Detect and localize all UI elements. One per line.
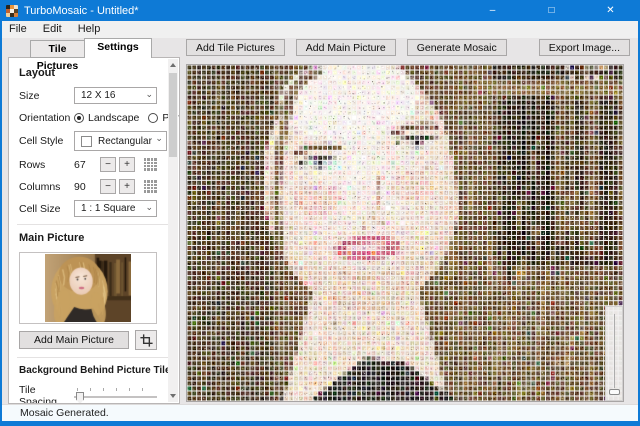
rows-row: Rows 67 − + <box>19 156 157 173</box>
cell-size-value: 1 : 1 Square <box>81 203 136 214</box>
size-label: Size <box>19 89 40 102</box>
columns-grid-icon <box>144 180 157 193</box>
orientation-landscape-radio[interactable]: Landscape <box>74 112 139 124</box>
scroll-up-icon[interactable] <box>170 63 176 67</box>
scroll-down-icon[interactable] <box>170 394 176 398</box>
mosaic-preview-image <box>187 65 623 401</box>
menu-help[interactable]: Help <box>71 21 108 38</box>
mosaic-preview-area <box>186 64 624 402</box>
zoom-slider-thumb[interactable] <box>609 389 620 395</box>
generate-mosaic-button[interactable]: Generate Mosaic <box>406 39 507 56</box>
rectangle-shape-icon <box>81 135 92 147</box>
rows-grid-icon <box>144 158 157 171</box>
window-title: TurboMosaic - Untitled* <box>24 4 139 17</box>
chevron-down-icon: ⌄ <box>145 89 153 99</box>
radio-unselected-icon <box>148 112 159 123</box>
slider-thumb[interactable] <box>76 392 84 403</box>
rows-increment-button[interactable]: + <box>119 157 135 172</box>
main-picture-actions: Add Main Picture <box>19 330 157 350</box>
columns-increment-button[interactable]: + <box>119 179 135 194</box>
size-value: 12 X 16 <box>81 90 116 101</box>
export-image-button[interactable]: Export Image... <box>538 39 630 56</box>
columns-decrement-button[interactable]: − <box>100 179 116 194</box>
size-dropdown[interactable]: 12 X 16 ⌄ <box>74 87 157 104</box>
tile-spacing-slider[interactable] <box>74 388 157 403</box>
status-text: Mosaic Generated. <box>20 407 109 419</box>
menu-file[interactable]: File <box>2 21 34 38</box>
columns-label: Columns <box>19 180 61 193</box>
orientation-label: Orientation <box>19 111 71 124</box>
main-picture-box <box>19 252 157 324</box>
add-main-picture-button[interactable]: Add Main Picture <box>295 39 396 56</box>
main-picture-thumbnail <box>45 254 131 322</box>
landscape-label: Landscape <box>88 111 140 124</box>
turbomosaic-window: TurboMosaic - Untitled* – □ ✕ File Edit … <box>0 0 640 426</box>
maximize-button[interactable]: □ <box>522 0 581 21</box>
add-main-picture-sidebar-button[interactable]: Add Main Picture <box>19 331 129 349</box>
window-controls: – □ ✕ <box>463 0 640 21</box>
section-divider <box>17 224 169 225</box>
sidebar-scrollbar[interactable] <box>168 59 178 402</box>
title-bar[interactable]: TurboMosaic - Untitled* – □ ✕ <box>0 0 640 21</box>
chevron-down-icon: ⌄ <box>145 202 153 212</box>
columns-value: 90 <box>74 180 86 193</box>
cell-style-dropdown[interactable]: Rectangular ⌄ <box>74 131 167 151</box>
menu-edit[interactable]: Edit <box>36 21 69 38</box>
cell-style-value: Rectangular <box>98 135 152 147</box>
tab-settings[interactable]: Settings <box>84 38 152 58</box>
tile-spacing-label: Tile Spacing <box>19 384 57 404</box>
main-picture-heading: Main Picture <box>19 232 85 244</box>
crop-button[interactable] <box>135 330 157 350</box>
toolbar: Add Tile Pictures Add Main Picture Gener… <box>186 39 507 56</box>
slider-ticks <box>77 388 155 391</box>
orientation-row: Orientation Landscape Portrait <box>19 109 179 126</box>
menu-bar: File Edit Help <box>0 21 640 38</box>
scrollbar-thumb[interactable] <box>169 73 177 157</box>
section-divider <box>17 357 169 358</box>
tile-spacing-row: Tile Spacing <box>19 384 157 404</box>
zoom-slider-track <box>614 314 615 388</box>
rows-label: Rows <box>19 158 46 171</box>
rows-decrement-button[interactable]: − <box>100 157 116 172</box>
cell-size-label: Cell Size <box>19 202 61 215</box>
cell-style-label: Cell Style <box>19 135 64 147</box>
preview-zoom-slider[interactable] <box>605 306 623 401</box>
background-heading: Background Behind Picture Tiles <box>19 365 177 376</box>
cell-style-row: Cell Style Rectangular ⌄ <box>19 131 167 151</box>
app-icon <box>6 4 18 17</box>
status-bar: Mosaic Generated. <box>0 404 640 421</box>
minimize-button[interactable]: – <box>463 0 522 21</box>
add-tile-pictures-button[interactable]: Add Tile Pictures <box>186 39 285 56</box>
chevron-down-icon: ⌄ <box>155 133 163 143</box>
columns-row: Columns 90 − + <box>19 178 157 195</box>
crop-icon <box>139 333 153 347</box>
cell-size-row: Cell Size 1 : 1 Square ⌄ <box>19 200 157 217</box>
size-row: Size 12 X 16 ⌄ <box>19 87 157 104</box>
slider-track <box>74 396 157 398</box>
tab-tile-pictures[interactable]: Tile Pictures <box>30 40 85 72</box>
rows-value: 67 <box>74 158 86 171</box>
settings-panel: Layout Size 12 X 16 ⌄ Orientation Landsc… <box>8 57 180 404</box>
close-button[interactable]: ✕ <box>581 0 640 21</box>
radio-selected-icon <box>74 112 84 123</box>
cell-size-dropdown[interactable]: 1 : 1 Square ⌄ <box>74 200 157 217</box>
